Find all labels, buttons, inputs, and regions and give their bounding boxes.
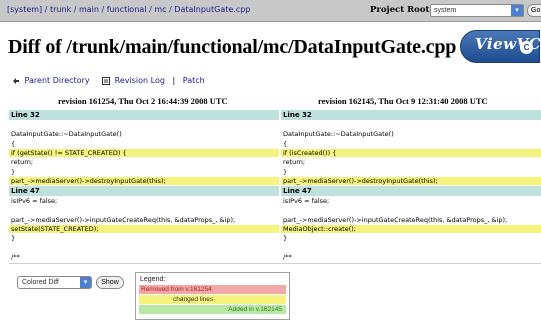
diff-cell-new: return; <box>281 158 541 167</box>
legend: Legend: Removed from v.161254 changed li… <box>135 272 290 320</box>
project-root-value: system <box>434 7 457 14</box>
diff-cell-new: /** <box>281 252 541 262</box>
breadcrumb-item-main[interactable]: main <box>79 5 99 14</box>
logo-badge-icon: C <box>520 41 533 54</box>
diff-format-value: Colored Diff <box>22 279 59 286</box>
show-button[interactable]: Show <box>96 276 124 289</box>
legend-removed: Removed from v.161254 <box>139 285 286 294</box>
diff-row: }} <box>9 234 541 243</box>
diff-cell-new: part_->mediaServer()->inputGateCreateReq… <box>281 215 541 224</box>
diff-row <box>9 243 541 252</box>
project-root-label: Project Root: <box>370 5 433 15</box>
diff-cell-old: isIPv6 = false; <box>9 197 279 206</box>
diff-cell-old: return; <box>9 158 279 167</box>
breadcrumb-item-trunk[interactable]: trunk <box>50 5 71 14</box>
diff-cell-old: DataInputGate::~DataInputGate() <box>9 130 279 139</box>
diff-cell-new: } <box>281 234 541 243</box>
diff-cell-new: if (isCreated()) { <box>281 148 541 158</box>
diff-lineno-row: Line 32 Line 32 <box>9 110 541 120</box>
left-revision-header: revision 161254, Thu Oct 2 16:44:39 2008… <box>58 96 228 106</box>
diff-format-select[interactable]: Colored Diff ▾ <box>17 276 92 289</box>
diff-cell-new: DataInputGate::~DataInputGate() <box>281 130 541 139</box>
viewvc-logo[interactable]: ViewVC C <box>460 30 541 63</box>
diff-lineno-row: Line 47 Line 47 <box>9 186 541 197</box>
diff-row: } } <box>9 167 541 176</box>
diff-cell-new: Line 32 <box>281 110 541 120</box>
diff-cell-old <box>9 243 279 252</box>
diff-row: part_->mediaServer()->inputGateCreateReq… <box>9 215 541 224</box>
diff-cell-old <box>9 206 279 215</box>
diff-cell-old <box>9 121 279 130</box>
log-icon <box>102 76 111 85</box>
diff-row: {{ <box>9 139 541 148</box>
diff-row: part_->mediaServer()->destroyInputGate(t… <box>9 176 541 186</box>
go-button[interactable]: Go <box>527 4 541 17</box>
diff-cell-old: part_->mediaServer()->inputGateCreateReq… <box>9 215 279 224</box>
top-navbar: [system] / trunk / main / functional / m… <box>0 0 541 22</box>
diff-cell-new <box>281 121 541 130</box>
divider <box>9 263 541 264</box>
chevron-down-icon: ▾ <box>511 5 523 16</box>
diff-row: return; return; <box>9 158 541 167</box>
diff-cell-new: { <box>281 139 541 148</box>
legend-added: Added in v.162145 <box>139 305 286 314</box>
breadcrumb-root-link[interactable]: [system] <box>7 5 42 14</box>
diff-cell-old: setState(STATE_CREATED); <box>9 225 279 234</box>
diff-row <box>9 121 541 130</box>
diff-cell-old: Line 32 <box>9 110 279 120</box>
patch-link[interactable]: Patch <box>183 76 205 85</box>
breadcrumb-item-mc[interactable]: mc <box>154 5 166 14</box>
breadcrumb-item-file[interactable]: DataInputGate.cpp <box>174 5 250 14</box>
legend-title: Legend: <box>140 276 166 283</box>
diff-cell-new: Line 47 <box>281 186 541 197</box>
diff-row: if (getState() != STATE_CREATED) { if (i… <box>9 148 541 158</box>
right-revision-header: revision 162145, Thu Oct 9 12:31:40 2008… <box>318 96 488 106</box>
diff-row: isIPv6 = false; isIPv6 = false; <box>9 197 541 206</box>
diff-row: DataInputGate::~DataInputGate() DataInput… <box>9 130 541 139</box>
diff-cell-new <box>281 243 541 252</box>
legend-changed: changed lines <box>139 295 286 304</box>
diff-cell-old: Line 47 <box>9 186 279 197</box>
revision-log-link[interactable]: Revision Log <box>115 76 165 85</box>
diff-cell-old: { <box>9 139 279 148</box>
breadcrumb: [system] / trunk / main / functional / m… <box>7 5 251 14</box>
diff-cell-new: isIPv6 = false; <box>281 197 541 206</box>
diff-cell-new: } <box>281 167 541 176</box>
breadcrumb-item-functional[interactable]: functional <box>107 5 147 14</box>
project-root-select[interactable]: system ▾ <box>430 4 524 17</box>
diff-cell-new <box>281 206 541 215</box>
diff-cell-new: MediaObject::create(); <box>281 225 541 234</box>
diff-cell-old: if (getState() != STATE_CREATED) { <box>9 148 279 158</box>
diff-row: /**/** <box>9 252 541 262</box>
page-title: Diff of /trunk/main/functional/mc/DataIn… <box>8 36 457 58</box>
parent-directory-link[interactable]: Parent Directory <box>25 76 90 85</box>
diff-row: setState(STATE_CREATED); MediaObject::cr… <box>9 225 541 234</box>
chevron-down-icon: ▾ <box>80 277 91 288</box>
diff-row <box>9 206 541 215</box>
diff-cell-new: part_->mediaServer()->destroyInputGate(t… <box>281 176 541 186</box>
link-separator: | <box>172 76 176 85</box>
diff-cell-old: } <box>9 234 279 243</box>
diff-cell-old: part_->mediaServer()->destroyInputGate(t… <box>9 176 279 186</box>
diff-cell-old: } <box>9 167 279 176</box>
back-arrow-icon <box>13 77 19 84</box>
diff-cell-old: /** <box>9 252 279 262</box>
navigation-links: Parent Directory Revision Log | Patch <box>12 76 205 85</box>
